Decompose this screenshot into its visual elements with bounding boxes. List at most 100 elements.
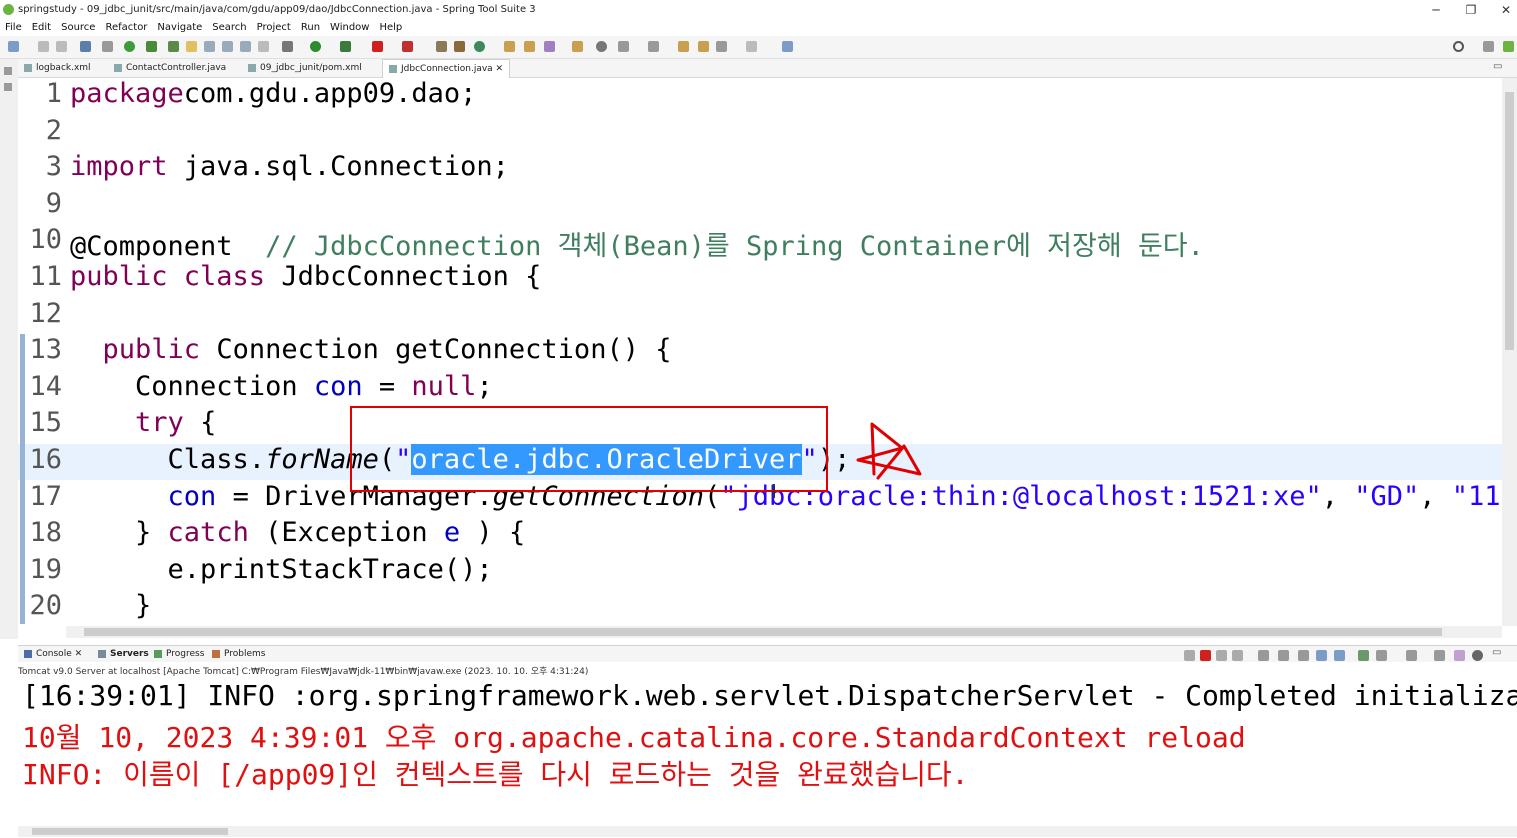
tab-label: Servers bbox=[110, 649, 149, 659]
save-icon[interactable] bbox=[38, 41, 49, 52]
tab-jdbc-connection[interactable]: JdbcConnection.java ✕ bbox=[382, 59, 511, 78]
open-task-icon[interactable] bbox=[524, 41, 535, 52]
minimize-editor-icon[interactable]: ▭ bbox=[1493, 61, 1502, 72]
menu-refactor[interactable]: Refactor bbox=[100, 20, 152, 36]
code-token: con bbox=[313, 371, 363, 402]
code-token: ) { bbox=[460, 517, 526, 548]
scrollbar-thumb[interactable] bbox=[1505, 92, 1514, 350]
tab-console[interactable]: Console ✕ bbox=[24, 647, 82, 661]
new-server-icon[interactable] bbox=[436, 41, 447, 52]
last-edit-icon[interactable] bbox=[678, 41, 689, 52]
scroll-lock-icon[interactable] bbox=[1278, 650, 1289, 661]
search-icon[interactable] bbox=[1453, 41, 1464, 52]
menu-help[interactable]: Help bbox=[374, 20, 407, 36]
code-line: } catch (Exception e ) { bbox=[70, 517, 525, 548]
stop-icon[interactable] bbox=[372, 41, 383, 52]
tab-contact-controller[interactable]: ContactController.java bbox=[114, 59, 226, 77]
tab-label: Progress bbox=[166, 649, 205, 659]
debug-run-icon[interactable] bbox=[282, 41, 293, 52]
spring-perspective-icon[interactable] bbox=[1503, 41, 1514, 52]
menu-file[interactable]: File bbox=[0, 20, 27, 36]
new-class-icon[interactable] bbox=[474, 41, 485, 52]
terminate-icon[interactable] bbox=[1200, 650, 1211, 661]
tab-servers[interactable]: Servers bbox=[98, 647, 149, 661]
close-tab-icon[interactable]: ✕ bbox=[75, 649, 83, 659]
editor-horizontal-scrollbar[interactable] bbox=[66, 626, 1502, 638]
paragraph-icon[interactable] bbox=[258, 41, 269, 52]
tab-pom-xml[interactable]: 09_jdbc_junit/pom.xml bbox=[248, 59, 362, 77]
code-token: import bbox=[70, 151, 168, 182]
whitespace-icon[interactable] bbox=[240, 41, 251, 52]
open-type-icon[interactable] bbox=[504, 41, 515, 52]
menu-edit[interactable]: Edit bbox=[27, 20, 56, 36]
editor-vertical-scrollbar[interactable] bbox=[1502, 78, 1517, 626]
toggle-icon[interactable] bbox=[204, 41, 215, 52]
console-line: [16:39:01] INFO :org.springframework.web… bbox=[22, 679, 1517, 712]
highlight-icon[interactable] bbox=[186, 41, 197, 52]
search-tool-icon[interactable] bbox=[544, 41, 555, 52]
gear-icon[interactable] bbox=[1472, 650, 1483, 661]
scrollbar-thumb[interactable] bbox=[32, 828, 228, 835]
menu-navigate[interactable]: Navigate bbox=[152, 20, 207, 36]
new-icon[interactable] bbox=[8, 41, 19, 52]
spring-console-icon[interactable] bbox=[1454, 650, 1465, 661]
tab-progress[interactable]: Progress bbox=[154, 647, 204, 661]
menu-search[interactable]: Search bbox=[207, 20, 251, 36]
next-annotation-icon[interactable] bbox=[618, 41, 629, 52]
menu-run[interactable]: Run bbox=[296, 20, 325, 36]
close-button[interactable]: ✕ bbox=[1488, 0, 1517, 20]
run-external-icon[interactable] bbox=[340, 41, 351, 52]
menu-source[interactable]: Source bbox=[56, 20, 100, 36]
new-package-icon[interactable] bbox=[454, 41, 465, 52]
menu-window[interactable]: Window bbox=[325, 20, 374, 36]
save-all-icon[interactable] bbox=[56, 41, 67, 52]
server-icon[interactable] bbox=[402, 41, 413, 52]
minimize-panel-icon[interactable]: ▭ bbox=[1492, 647, 1501, 658]
skip-breakpoints-icon[interactable] bbox=[102, 41, 113, 52]
run-icon[interactable] bbox=[310, 41, 321, 52]
open-console-icon[interactable] bbox=[1406, 650, 1417, 661]
print-icon[interactable] bbox=[80, 41, 91, 52]
globe-icon[interactable] bbox=[596, 41, 607, 52]
word-wrap-icon[interactable] bbox=[1298, 650, 1309, 661]
remove-launch-icon[interactable] bbox=[1216, 650, 1227, 661]
pin-console-icon[interactable] bbox=[1358, 650, 1369, 661]
display-console-icon[interactable] bbox=[1376, 650, 1387, 661]
show-stdout-icon[interactable] bbox=[1316, 650, 1327, 661]
spring-icon[interactable] bbox=[168, 41, 179, 52]
minimize-button[interactable]: ─ bbox=[1418, 0, 1454, 20]
console-menu-icon[interactable] bbox=[1434, 650, 1445, 661]
scrollbar-thumb[interactable] bbox=[84, 628, 1442, 636]
console-horizontal-scrollbar[interactable] bbox=[18, 826, 1517, 837]
code-line: e.printStackTrace(); bbox=[70, 554, 493, 585]
code-line: public class JdbcConnection { bbox=[70, 261, 541, 292]
forward-icon[interactable] bbox=[746, 41, 757, 52]
restore-button[interactable]: ❐ bbox=[1453, 0, 1489, 20]
open-resource-icon[interactable] bbox=[572, 41, 583, 52]
remove-all-icon[interactable] bbox=[1232, 650, 1243, 661]
title-bar: springstudy - 09_jdbc_junit/src/main/jav… bbox=[0, 0, 1517, 20]
back-icon[interactable] bbox=[716, 41, 727, 52]
block-icon[interactable] bbox=[222, 41, 233, 52]
code-editor[interactable]: 1 packagecom.gdu.app09.dao; 2 3 import java.… bbox=[18, 78, 1502, 626]
back-history-icon[interactable] bbox=[698, 41, 709, 52]
debug-icon[interactable] bbox=[124, 41, 135, 52]
line-number: 11 bbox=[29, 261, 62, 292]
package-explorer-icon[interactable] bbox=[4, 67, 12, 75]
clear-console-icon[interactable] bbox=[1258, 650, 1269, 661]
tab-logback-xml[interactable]: logback.xml bbox=[24, 59, 91, 77]
disconnect-icon[interactable] bbox=[1184, 650, 1195, 661]
outline-icon[interactable] bbox=[4, 83, 12, 91]
prev-annotation-icon[interactable] bbox=[648, 41, 659, 52]
open-perspective-icon[interactable] bbox=[1483, 41, 1494, 52]
refresh-icon[interactable] bbox=[146, 41, 157, 52]
pin-editor-icon[interactable] bbox=[782, 41, 793, 52]
console-line: 10월 10, 2023 4:39:01 오후 org.apache.catal… bbox=[22, 721, 1246, 754]
close-tab-icon[interactable]: ✕ bbox=[496, 64, 504, 74]
code-line: public Connection getConnection() { bbox=[70, 334, 672, 365]
menu-project[interactable]: Project bbox=[252, 20, 296, 36]
panel-tab-bar: Console ✕ Servers Progress Problems ▭ bbox=[18, 646, 1517, 662]
tab-problems[interactable]: Problems bbox=[212, 647, 265, 661]
show-stderr-icon[interactable] bbox=[1334, 650, 1345, 661]
line-number: 10 bbox=[29, 224, 62, 255]
